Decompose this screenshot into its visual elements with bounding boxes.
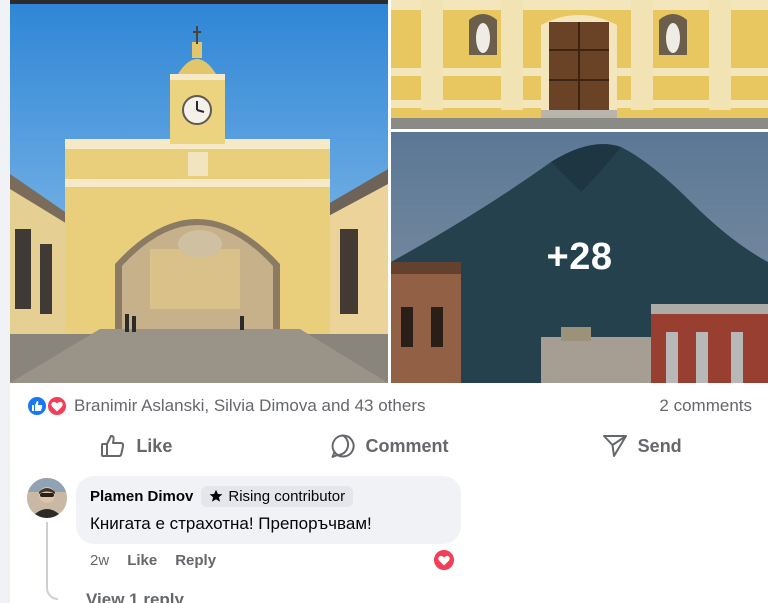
comment-reply-button[interactable]: Reply xyxy=(175,552,216,569)
send-label: Send xyxy=(637,435,682,456)
badge-label: Rising contributor xyxy=(228,487,346,505)
like-label: Like xyxy=(136,435,173,456)
comment-bubble: Plamen Dimov Rising contributor Книгата … xyxy=(76,476,461,544)
comment-icon xyxy=(331,434,355,458)
thread-line xyxy=(46,522,58,600)
love-reaction-icon xyxy=(46,395,68,417)
reactions-summary: Branimir Aslanski, Silvia Dimova and 43 … xyxy=(26,391,752,421)
more-photos-overlay: +28 xyxy=(391,132,768,383)
view-replies-link[interactable]: View 1 reply xyxy=(86,590,184,603)
reaction-icons[interactable] xyxy=(26,395,68,417)
post-actions: Like Comment Send xyxy=(10,428,768,464)
avatar[interactable] xyxy=(27,478,67,518)
post-card: +28 Branimir Aslanski, Silvia Dimova and… xyxy=(10,0,768,603)
comments-count[interactable]: 2 comments xyxy=(659,396,752,416)
post-photo-church[interactable] xyxy=(391,0,768,129)
comment-button[interactable]: Comment xyxy=(263,428,516,464)
post-photo-arch[interactable] xyxy=(10,4,388,383)
more-photos-tile[interactable]: +28 xyxy=(391,132,768,383)
like-reaction-icon xyxy=(26,395,48,417)
reaction-names[interactable]: Branimir Aslanski, Silvia Dimova and 43 … xyxy=(74,396,425,416)
send-icon xyxy=(602,435,627,457)
rising-contributor-badge[interactable]: Rising contributor xyxy=(201,485,354,507)
star-icon xyxy=(209,489,223,502)
comment-author[interactable]: Plamen Dimov xyxy=(90,488,193,505)
comment-text: Книгата е страхотна! Препоръчвам! xyxy=(90,514,372,533)
heart-icon[interactable] xyxy=(432,548,456,572)
comment-thread: Plamen Dimov Rising contributor Книгата … xyxy=(10,472,768,603)
thumbs-up-icon xyxy=(101,434,125,457)
comment-time[interactable]: 2w xyxy=(90,552,109,569)
like-button[interactable]: Like xyxy=(10,428,263,464)
more-photos-count: +28 xyxy=(546,236,613,278)
comment-meta: 2w Like Reply xyxy=(90,552,216,569)
send-button[interactable]: Send xyxy=(515,428,768,464)
comment-like-button[interactable]: Like xyxy=(127,552,157,569)
comment-label: Comment xyxy=(365,435,449,456)
